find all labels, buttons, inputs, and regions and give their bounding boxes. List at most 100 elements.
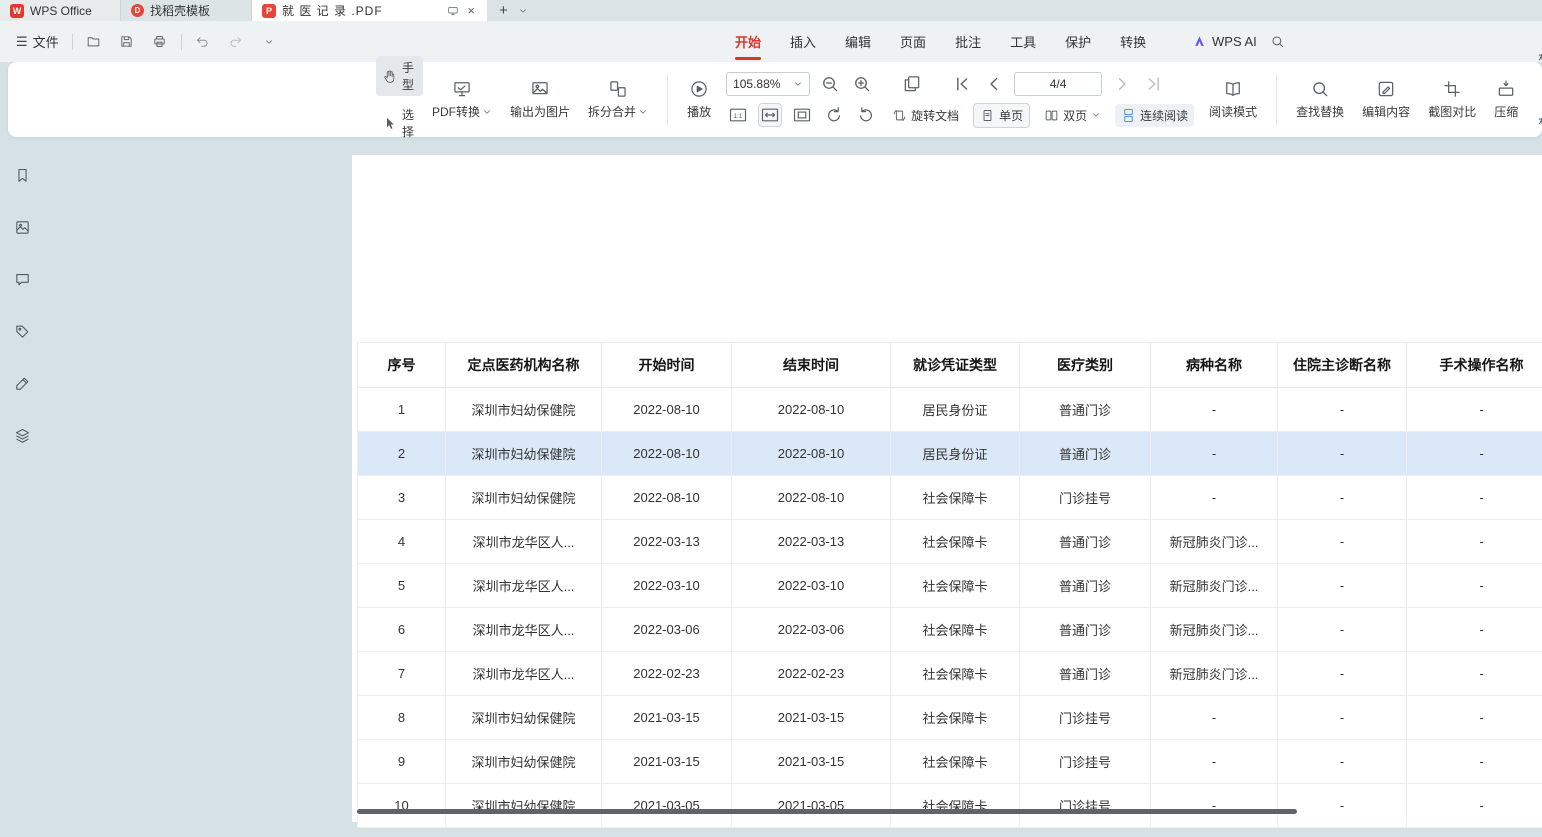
edit-content-label: 编辑内容 — [1362, 103, 1410, 120]
table-cell: - — [1278, 696, 1407, 740]
redo-button[interactable] — [224, 30, 248, 54]
table-cell: 2022-08-10 — [602, 388, 732, 432]
print-button[interactable] — [148, 30, 172, 54]
tab-document[interactable]: P 就 医 记 录 .PDF × — [252, 0, 487, 21]
table-cell: - — [1407, 564, 1542, 608]
wps-ai-button[interactable]: WPS AI — [1192, 34, 1257, 49]
table-cell: 10 — [358, 784, 446, 828]
zoom-select[interactable]: 105.88% — [726, 72, 810, 96]
tab-docer[interactable]: D 找稻壳模板 — [121, 0, 252, 21]
tab-wps-office[interactable]: W WPS Office — [0, 0, 121, 21]
menu-tab-工具[interactable]: 工具 — [1010, 21, 1036, 62]
next-page-button[interactable] — [1110, 72, 1134, 96]
comments-panel-button[interactable] — [8, 265, 36, 293]
menu-tab-保护[interactable]: 保护 — [1065, 21, 1091, 62]
fit-width-button[interactable] — [758, 103, 782, 127]
table-cell: 普通门诊 — [1020, 432, 1151, 476]
chevron-down-icon — [264, 37, 274, 47]
menu-tab-转换[interactable]: 转换 — [1120, 21, 1146, 62]
horizontal-scrollbar[interactable] — [357, 809, 1297, 814]
rotate-left-button[interactable] — [822, 103, 846, 127]
read-mode-button[interactable]: 阅读模式 — [1200, 75, 1266, 124]
compress-button[interactable]: 压缩 — [1485, 75, 1527, 124]
table-cell: 2021-03-15 — [602, 740, 732, 784]
select-tool-button[interactable]: 选择 — [376, 103, 423, 143]
table-cell: 新冠肺炎门诊... — [1151, 520, 1278, 564]
thumbnail-icon — [14, 219, 31, 236]
rotate-right-button[interactable] — [854, 103, 878, 127]
last-page-button[interactable] — [1142, 72, 1166, 96]
bookmarks-panel-button[interactable] — [8, 161, 36, 189]
close-tab-icon[interactable]: × — [465, 4, 477, 17]
first-page-icon — [952, 74, 972, 94]
pdf-convert-button[interactable]: PDF转换 — [423, 75, 501, 124]
table-cell: 普通门诊 — [1020, 652, 1151, 696]
bookmark-icon — [14, 167, 31, 184]
continuous-read-icon — [1121, 108, 1136, 123]
table-cell: 2022-03-13 — [602, 520, 732, 564]
zoom-out-button[interactable] — [818, 72, 842, 96]
hamburger-icon: ☰ — [16, 34, 28, 50]
fit-page-icon — [792, 105, 812, 125]
single-page-button[interactable]: 单页 — [973, 103, 1030, 128]
file-menu-button[interactable]: ☰ 文件 — [12, 32, 63, 51]
first-page-button[interactable] — [950, 72, 974, 96]
extract-page-button[interactable] — [900, 72, 924, 96]
pen-icon — [14, 375, 31, 392]
table-cell: 6 — [358, 608, 446, 652]
table-cell: 深圳市龙华区人... — [446, 520, 602, 564]
page-indicator-input[interactable]: 4/4 — [1014, 72, 1102, 96]
save-button[interactable] — [115, 30, 139, 54]
layers-panel-button[interactable] — [8, 421, 36, 449]
rotate-document-button[interactable]: 旋转文档 — [886, 104, 965, 127]
table-cell: 2022-02-23 — [732, 652, 891, 696]
export-image-button[interactable]: 输出为图片 — [501, 75, 579, 124]
double-page-button[interactable]: 双页 — [1038, 104, 1107, 127]
table-cell: - — [1407, 520, 1542, 564]
fit-width-icon — [760, 105, 780, 125]
signature-panel-button[interactable] — [8, 369, 36, 397]
table-cell: 社会保障卡 — [891, 696, 1020, 740]
select-tool-label: 选择 — [402, 106, 414, 140]
table-cell: 2 — [358, 432, 446, 476]
play-button[interactable]: 播放 — [678, 75, 720, 124]
continuous-read-button[interactable]: 连续阅读 — [1115, 104, 1194, 127]
table-cell: 8 — [358, 696, 446, 740]
split-merge-button[interactable]: 拆分合并 — [579, 75, 657, 124]
table-cell: 2022-08-10 — [732, 388, 891, 432]
fit-page-button[interactable] — [790, 103, 814, 127]
table-row: 2深圳市妇幼保健院2022-08-102022-08-10居民身份证普通门诊--… — [358, 432, 1542, 476]
rotate-document-icon — [892, 108, 907, 123]
column-header: 病种名称 — [1151, 343, 1278, 388]
word-translate-button[interactable]: 划词翻译 — [1531, 86, 1542, 160]
cast-to-device-icon[interactable] — [447, 5, 459, 17]
menu-tab-开始[interactable]: 开始 — [735, 21, 761, 62]
actual-size-button[interactable] — [726, 103, 750, 127]
edit-content-button[interactable]: 编辑内容 — [1353, 75, 1419, 124]
menu-tab-页面[interactable]: 页面 — [900, 21, 926, 62]
find-replace-button[interactable]: 查找替换 — [1287, 75, 1353, 124]
zoom-in-button[interactable] — [850, 72, 874, 96]
undo-button[interactable] — [191, 30, 215, 54]
screenshot-compare-button[interactable]: 截图对比 — [1419, 75, 1485, 124]
undo-history-button[interactable] — [257, 30, 281, 54]
table-cell: - — [1407, 696, 1542, 740]
menu-tab-编辑[interactable]: 编辑 — [845, 21, 871, 62]
column-header: 结束时间 — [732, 343, 891, 388]
full-translate-button[interactable]: 全文翻译 — [1531, 39, 1542, 79]
thumbnails-panel-button[interactable] — [8, 213, 36, 241]
next-page-icon — [1112, 74, 1132, 94]
new-tab-button[interactable]: + — [499, 2, 508, 19]
global-search-button[interactable] — [1270, 34, 1285, 49]
table-cell: - — [1151, 740, 1278, 784]
menu-tab-批注[interactable]: 批注 — [955, 21, 981, 62]
previous-page-button[interactable] — [982, 72, 1006, 96]
hand-tool-button[interactable]: 手型 — [376, 56, 423, 96]
annotations-panel-button[interactable] — [8, 317, 36, 345]
open-file-button[interactable] — [82, 30, 106, 54]
table-cell: 2021-03-05 — [732, 784, 891, 828]
table-cell: - — [1151, 476, 1278, 520]
tab-list-chevron-icon[interactable] — [518, 6, 528, 16]
table-cell: 深圳市龙华区人... — [446, 608, 602, 652]
menu-tab-插入[interactable]: 插入 — [790, 21, 816, 62]
